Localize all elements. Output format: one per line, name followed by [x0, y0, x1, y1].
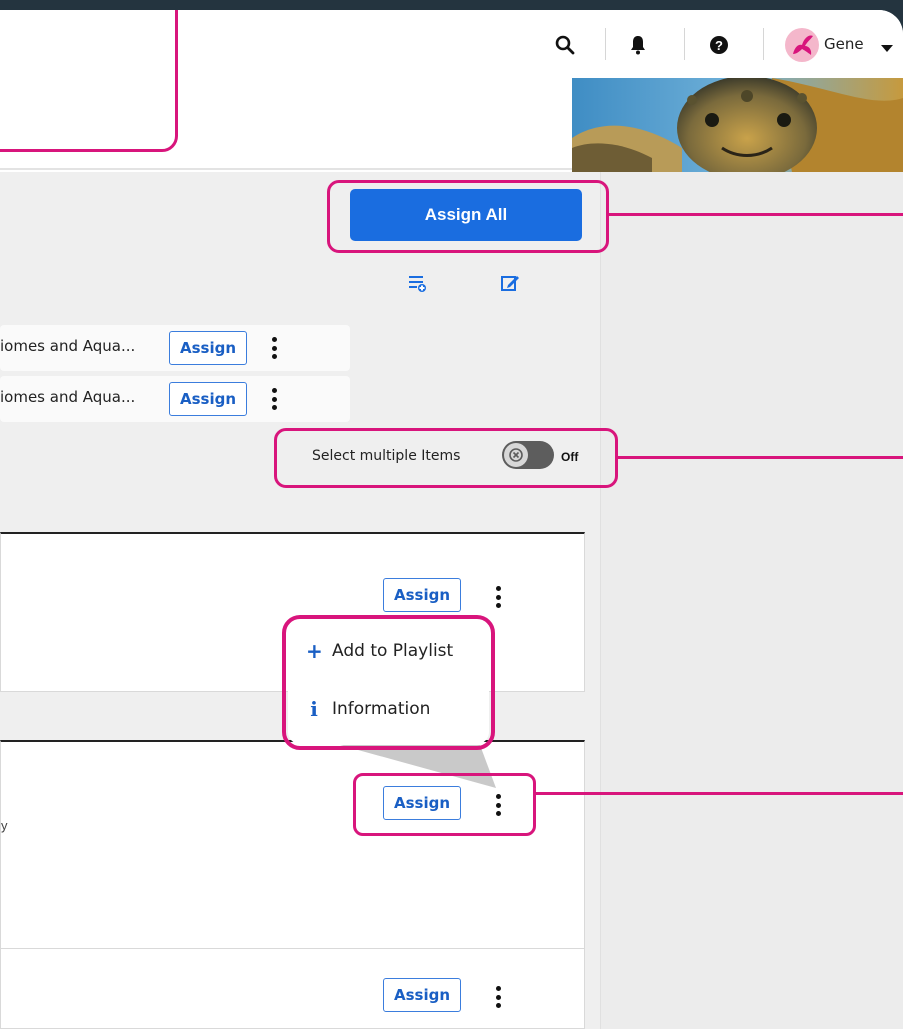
top-bar: ? Gene — [0, 10, 903, 172]
list-item-title: iomes and Aqua... — [0, 388, 136, 406]
more-options-icon[interactable] — [270, 388, 278, 410]
context-menu-highlight — [282, 615, 495, 750]
resource-card: Assign — [0, 948, 585, 1029]
resource-card: Assign y — [0, 740, 585, 950]
sea-turtle-image — [572, 78, 903, 172]
assign-button[interactable]: Assign — [383, 578, 462, 612]
callout-line — [536, 792, 903, 795]
card-description: y — [1, 818, 8, 833]
svg-text:?: ? — [715, 38, 723, 53]
user-name[interactable]: Gene — [824, 35, 864, 53]
list-item-title: iomes and Aqua... — [0, 337, 136, 355]
caret-down-icon[interactable] — [881, 40, 893, 58]
search-icon[interactable] — [552, 32, 578, 58]
assign-all-button[interactable]: Assign All — [350, 189, 582, 241]
app-window: ? Gene Assign All iomes and Aqua... Assi… — [0, 10, 903, 1029]
list-item[interactable]: iomes and Aqua... Assign — [0, 325, 350, 371]
toggle-state: Off — [561, 450, 579, 464]
avatar[interactable] — [785, 28, 819, 62]
divider — [605, 28, 606, 60]
more-options-icon[interactable] — [494, 586, 502, 608]
more-options-icon[interactable] — [494, 986, 502, 1008]
divider — [763, 28, 764, 60]
list-item[interactable]: iomes and Aqua... Assign — [0, 376, 350, 422]
assign-kebab-highlight — [353, 773, 536, 836]
assign-button[interactable]: Assign — [383, 978, 462, 1012]
divider — [684, 28, 685, 60]
edit-icon[interactable] — [499, 272, 521, 294]
select-multiple-label: Select multiple Items — [312, 448, 461, 464]
assign-button[interactable]: Assign — [169, 382, 248, 416]
playlist-add-icon[interactable] — [407, 272, 429, 294]
callout-line — [609, 213, 903, 216]
close-icon — [504, 443, 528, 467]
search-highlight-box — [0, 10, 178, 152]
bell-icon[interactable] — [625, 32, 651, 58]
callout-line — [618, 456, 903, 459]
help-icon[interactable]: ? — [706, 32, 732, 58]
select-multiple-toggle[interactable] — [502, 441, 554, 469]
assign-button[interactable]: Assign — [169, 331, 248, 365]
right-panel — [600, 172, 903, 1029]
more-options-icon[interactable] — [270, 337, 278, 359]
